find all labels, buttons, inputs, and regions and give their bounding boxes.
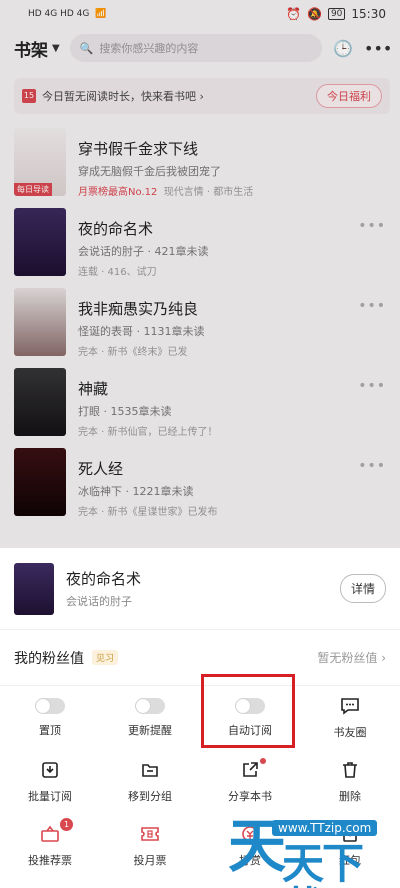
watermark-url: www.TTzip.com <box>272 820 378 836</box>
bookshelf-background: HD 4G HD 4G 📶 ⏰ 🔕 90 15:30 书架 ▼ 🔍 搜索你感兴趣的… <box>0 0 400 548</box>
book-title: 神藏 <box>78 380 109 398</box>
action-label: 更新提醒 <box>128 724 172 737</box>
book-status: 完本 · 新书《星谍世家》已发布 <box>78 507 218 518</box>
book-more-icon[interactable]: ••• <box>358 218 386 234</box>
search-input[interactable]: 🔍 搜索你感兴趣的内容 <box>69 34 322 62</box>
history-icon[interactable]: 🕒 <box>332 39 354 58</box>
mute-icon: 🔕 <box>307 7 322 21</box>
sheet-book-cover <box>14 562 54 615</box>
monthly-ticket-button[interactable]: 投月票 <box>100 814 200 878</box>
update-reminder-toggle[interactable]: 更新提醒 <box>100 686 200 750</box>
book-cover <box>14 448 66 516</box>
battery-indicator: 90 <box>327 8 346 20</box>
action-label: 书友圈 <box>333 726 367 739</box>
fan-value-status: 暂无粉丝值 › <box>317 651 386 665</box>
search-placeholder: 搜索你感兴趣的内容 <box>99 42 199 55</box>
book-cover <box>14 288 66 356</box>
sheet-book-header: 夜的命名术 会说话的肘子 详情 <box>0 548 400 630</box>
new-dot <box>260 758 266 764</box>
rank-badge: 月票榜最高No.12 <box>78 187 158 198</box>
pin-toggle[interactable]: 置顶 <box>0 686 100 750</box>
auto-subscribe-toggle[interactable]: 自动订阅 <box>200 686 300 750</box>
book-author: 怪诞的表哥 · 1131章未读 <box>78 325 205 338</box>
book-author: 冰临神下 · 1221章未读 <box>78 485 194 498</box>
search-icon: 🔍 <box>79 41 94 55</box>
wifi-icon: 📶 <box>95 9 107 19</box>
book-more-icon[interactable]: ••• <box>358 298 386 314</box>
fan-value-row[interactable]: 我的粉丝值 见习 暂无粉丝值 › <box>0 630 400 686</box>
notification-badge: 1 <box>60 818 73 831</box>
action-label: 投推荐票 <box>28 854 72 867</box>
clock: 15:30 <box>351 7 386 21</box>
book-list: 每日导读 穿书假千金求下线 穿成无脑假千金后我被团宠了 月票榜最高No.12 现… <box>0 128 400 528</box>
move-to-group-button[interactable]: 移到分组 <box>100 750 200 814</box>
folder-icon <box>139 760 161 780</box>
book-status: 连载 · 416、试刀 <box>78 267 157 278</box>
trash-icon <box>339 760 361 780</box>
detail-button[interactable]: 详情 <box>339 574 386 603</box>
book-cover <box>14 368 66 436</box>
monthly-ticket-icon <box>139 824 161 844</box>
batch-subscribe-button[interactable]: 批量订阅 <box>0 750 100 814</box>
watermark-logo: 天 www.TTzip.com 天下载 <box>228 816 396 888</box>
sheet-book-title: 夜的命名术 <box>66 570 142 588</box>
network-indicator: HD 4G HD 4G <box>28 9 90 19</box>
toggle-switch[interactable] <box>235 698 265 714</box>
delete-button[interactable]: 删除 <box>300 750 400 814</box>
more-icon[interactable]: ••• <box>364 39 392 58</box>
recommend-ticket-icon <box>39 824 61 844</box>
fan-value-label: 我的粉丝值 <box>14 650 84 667</box>
daily-welfare-button[interactable]: 今日福利 <box>316 84 382 108</box>
book-circle-button[interactable]: 书友圈 <box>300 686 400 750</box>
chat-bubble-icon <box>339 696 361 716</box>
top-bar: 书架 ▼ 🔍 搜索你感兴趣的内容 🕒 ••• <box>0 28 400 68</box>
download-icon <box>39 760 61 780</box>
recommend-vote-button[interactable]: 1 投推荐票 <box>0 814 100 878</box>
action-label: 自动订阅 <box>228 724 272 737</box>
book-title: 夜的命名术 <box>78 220 154 238</box>
book-item[interactable]: 神藏 打眼 · 1535章未读 完本 · 新书仙官，已经上传了！ ••• <box>0 368 400 448</box>
book-cover <box>14 208 66 276</box>
chevron-down-icon[interactable]: ▼ <box>52 43 60 54</box>
action-label: 删除 <box>339 790 361 803</box>
reading-notice-bar[interactable]: 15 今日暂无阅读时长，快来看书吧 › 今日福利 <box>14 78 390 114</box>
page-title[interactable]: 书架 <box>14 36 48 61</box>
sheet-book-author: 会说话的肘子 <box>66 595 132 608</box>
book-item[interactable]: 夜的命名术 会说话的肘子 · 421章未读 连载 · 416、试刀 ••• <box>0 208 400 288</box>
alarm-icon: ⏰ <box>286 7 301 21</box>
book-status: 完本 · 新书仙官，已经上传了！ <box>78 427 218 438</box>
fan-level-badge: 见习 <box>92 650 119 665</box>
daily-guide-tag: 每日导读 <box>14 183 52 196</box>
book-more-icon[interactable]: ••• <box>358 458 386 474</box>
book-title: 穿书假千金求下线 <box>78 140 199 158</box>
share-icon <box>239 760 261 780</box>
status-bar: HD 4G HD 4G 📶 ⏰ 🔕 90 15:30 <box>0 0 400 28</box>
book-genre: 现代言情 · 都市生活 <box>163 187 254 198</box>
book-more-icon[interactable]: ••• <box>358 378 386 394</box>
share-book-button[interactable]: 分享本书 <box>200 750 300 814</box>
book-item[interactable]: 死人经 冰临神下 · 1221章未读 完本 · 新书《星谍世家》已发布 ••• <box>0 448 400 528</box>
toggle-switch[interactable] <box>135 698 165 714</box>
book-author: 会说话的肘子 · 421章未读 <box>78 245 209 258</box>
book-item[interactable]: 我非痴愚实乃纯良 怪诞的表哥 · 1131章未读 完本 · 新书《终末》已发 •… <box>0 288 400 368</box>
toggle-switch[interactable] <box>35 698 65 714</box>
book-item[interactable]: 每日导读 穿书假千金求下线 穿成无脑假千金后我被团宠了 月票榜最高No.12 现… <box>0 128 400 208</box>
book-subtitle: 穿成无脑假千金后我被团宠了 <box>78 165 221 178</box>
action-label: 分享本书 <box>228 790 272 803</box>
action-label: 置顶 <box>39 724 61 737</box>
action-label: 投月票 <box>133 854 167 867</box>
book-title: 死人经 <box>78 460 124 478</box>
action-label: 批量订阅 <box>28 790 72 803</box>
watermark-text: 天下载 <box>282 839 364 888</box>
book-status: 完本 · 新书《终末》已发 <box>78 347 188 358</box>
action-label: 移到分组 <box>128 790 172 803</box>
book-author: 打眼 · 1535章未读 <box>78 405 172 418</box>
book-cover: 每日导读 <box>14 128 66 196</box>
calendar-icon: 15 <box>22 89 36 103</box>
book-title: 我非痴愚实乃纯良 <box>78 300 199 318</box>
reading-notice-text: 今日暂无阅读时长，快来看书吧 › <box>42 90 204 103</box>
